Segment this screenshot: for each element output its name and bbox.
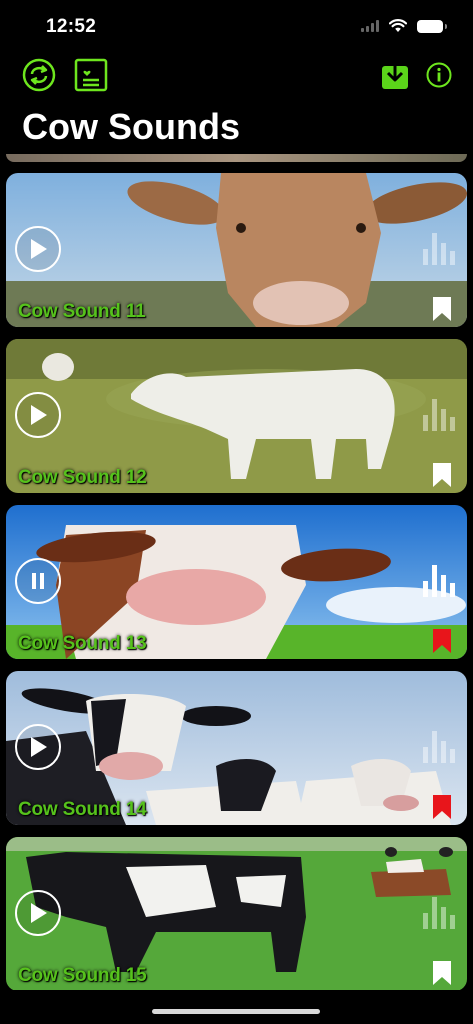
sound-card[interactable]: Cow Sound 11 [6,173,467,327]
play-icon [31,239,47,259]
play-button[interactable] [15,724,61,770]
bookmark-icon[interactable] [433,297,451,321]
sound-title: Cow Sound 14 [18,799,147,820]
download-button[interactable] [378,58,412,92]
equalizer-icon [423,399,455,431]
bookmark-icon[interactable] [433,795,451,819]
play-button[interactable] [15,890,61,936]
equalizer-icon [423,897,455,929]
repeat-icon [22,58,56,92]
repeat-button[interactable] [22,58,56,92]
equalizer-icon [423,731,455,763]
sound-card[interactable]: Cow Sound 15 [6,837,467,990]
sound-card[interactable]: Cow Sound 12 [6,339,467,493]
sound-card[interactable]: Cow Sound 13 [6,505,467,659]
page-title: Cow Sounds [22,106,240,147]
battery-icon [417,19,447,33]
play-button[interactable] [15,226,61,272]
wifi-icon [389,19,407,32]
cellular-signal-icon [361,20,379,32]
play-icon [31,405,47,425]
equalizer-icon [423,233,455,265]
play-button[interactable] [15,392,61,438]
sound-card[interactable]: Cow Sound 14 [6,671,467,825]
favorites-button[interactable] [74,58,108,92]
favorites-list-icon [74,58,108,92]
info-icon [426,62,452,88]
status-icons [361,19,447,33]
home-indicator[interactable] [152,1009,320,1014]
play-icon [31,737,47,757]
top-toolbar [0,58,473,96]
previous-card-edge [6,154,467,162]
bookmark-icon[interactable] [433,463,451,487]
sound-title: Cow Sound 15 [18,965,147,986]
sound-list[interactable]: Cow Sound 11 Cow Sound 12 Cow Sound 13 C… [6,150,467,990]
info-button[interactable] [422,58,456,92]
download-icon [382,62,408,89]
bookmark-icon[interactable] [433,961,451,985]
pause-icon [32,573,44,589]
play-icon [31,903,47,923]
bookmark-icon[interactable] [433,629,451,653]
sound-title: Cow Sound 12 [18,467,147,488]
sound-title: Cow Sound 13 [18,633,147,654]
status-bar: 12:52 [0,0,473,54]
equalizer-icon [423,565,455,597]
pause-button[interactable] [15,558,61,604]
status-time: 12:52 [46,16,97,37]
sound-title: Cow Sound 11 [18,301,146,322]
